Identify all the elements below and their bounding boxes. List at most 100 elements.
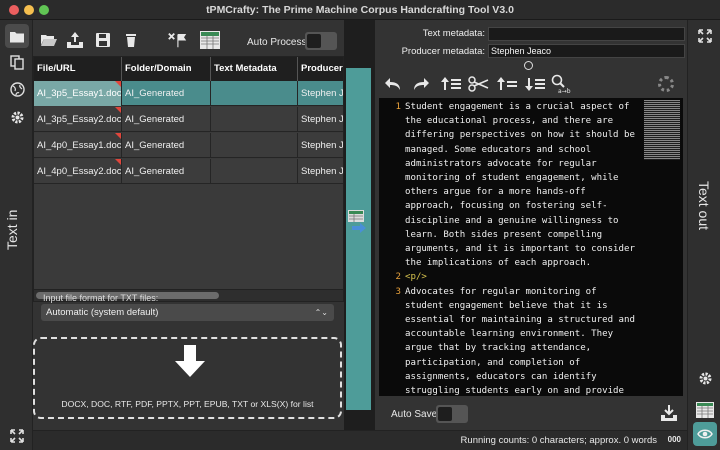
cell-folder[interactable]: AI_Generated [122,107,211,132]
spreadsheet-icon [200,31,220,49]
flag-marker [115,159,121,165]
export-button[interactable] [65,30,85,50]
globe-icon [9,81,25,97]
auto-save-toggle[interactable] [436,405,468,423]
cell-producer[interactable]: Stephen Jea [298,133,343,158]
sidebar-item-web[interactable] [5,77,29,101]
producer-metadata-field[interactable]: Stephen Jeaco [488,44,685,58]
toggle-knob [438,407,452,421]
column-header-metadata[interactable]: Text Metadata [211,57,298,81]
auto-process-label: Auto Process: [247,37,310,48]
count-icon[interactable]: 000 [668,435,681,444]
cell-producer[interactable]: Stephen Jea [298,107,343,132]
gear-icon [11,111,23,123]
merge-lines-icon [497,77,517,90]
editor-content[interactable]: 1 Student engagement is a crucial aspect… [379,100,637,396]
table-row[interactable]: AI_4p0_Essay1.docx AI_Generated Stephen … [34,133,343,158]
expand-icon [10,429,24,443]
move-down-button[interactable] [524,74,546,94]
expand-button[interactable] [5,424,29,448]
toggle-knob [307,34,321,48]
redo-button[interactable] [410,74,432,94]
line-text[interactable]: Advocates for regular monitoring of stud… [405,285,637,396]
spreadsheet-icon [696,402,714,418]
status-indicator [524,61,533,70]
line-number: 2 [395,272,401,283]
cell-folder[interactable]: AI_Generated [122,133,211,158]
spreadsheet-button[interactable] [199,30,221,50]
input-format-select[interactable]: Automatic (system default) ⌃⌄ [41,304,334,321]
cell-folder[interactable]: AI_Generated [122,81,211,106]
input-toolbar: Auto Process: [33,20,344,56]
sidebar-item-copy[interactable] [5,50,29,74]
producer-metadata-label: Producer metadata: [401,46,485,57]
cell-folder[interactable]: AI_Generated [122,159,211,184]
file-name: AI_4p0_Essay1.docx [37,140,122,151]
flag-clear-icon [168,32,187,48]
clear-flags-button[interactable] [167,30,187,50]
convert-arrow-icon [348,210,366,233]
find-replace-icon: a→b [551,74,571,94]
export-spreadsheet-button[interactable] [693,398,717,422]
flag-marker [115,133,121,139]
download-arrow-icon [175,345,205,377]
sidebar-item-settings[interactable] [5,105,29,129]
copy-icon [10,54,24,70]
flag-marker [115,81,121,87]
input-format-value: Automatic (system default) [46,307,159,318]
column-header-file[interactable]: File/URL [34,57,122,81]
minimap-viewport[interactable] [644,100,680,160]
merge-button[interactable] [496,74,518,94]
cell-file[interactable]: AI_4p0_Essay2.docx [34,159,122,184]
cell-file[interactable]: AI_3p5_Essay2.docx [34,107,122,132]
flag-marker [115,107,121,113]
file-name: AI_4p0_Essay2.docx [37,166,122,177]
transfer-button[interactable] [346,208,370,234]
text-metadata-field[interactable] [488,27,685,41]
right-sidebar: Text out [687,20,720,450]
cell-metadata[interactable] [211,159,298,184]
delete-button[interactable] [121,30,141,50]
text-editor[interactable]: 1 Student engagement is a crucial aspect… [379,98,683,396]
move-up-button[interactable] [440,74,462,94]
editor-line: 3 Advocates for regular monitoring of st… [379,285,637,396]
save-icon [95,33,110,47]
find-replace-button[interactable]: a→b [550,74,572,94]
table-row[interactable]: AI_3p5_Essay2.docx AI_Generated Stephen … [34,107,343,132]
status-bar: Running counts: 0 characters; approx. 0 … [33,430,687,450]
process-button[interactable] [346,68,371,410]
cut-line-button[interactable] [468,74,490,94]
upload-tray-icon [67,32,83,48]
line-text[interactable]: <p/> [405,270,637,284]
auto-process-toggle[interactable] [305,32,337,50]
cell-producer[interactable]: Stephen Jea [298,159,343,184]
sidebar-item-files[interactable] [5,24,29,48]
cell-metadata[interactable] [211,81,298,106]
open-folder-icon [41,35,57,46]
editor-line: 2 <p/> [379,270,637,284]
download-button[interactable] [660,404,680,424]
cell-file[interactable]: AI_3p5_Essay1.docx [34,81,122,106]
table-row[interactable]: AI_4p0_Essay2.docx AI_Generated Stephen … [34,159,343,184]
cell-producer[interactable]: Stephen Jea [298,81,343,106]
download-tray-icon [661,405,677,421]
input-format-label: Input file format for TXT files: [43,293,159,303]
line-text[interactable]: Student engagement is a crucial aspect o… [405,100,637,270]
cell-metadata[interactable] [211,107,298,132]
open-folder-button[interactable] [39,30,59,50]
window-title: tPMCrafty: The Prime Machine Corpus Hand… [206,4,514,16]
cell-file[interactable]: AI_4p0_Essay1.docx [34,133,122,158]
gear-icon [699,372,711,384]
file-drop-zone[interactable]: DOCX, DOC, RTF, PDF, PPTX, PPT, EPUB, TX… [33,337,342,419]
undo-button[interactable] [382,74,404,94]
fullscreen-button[interactable] [693,24,717,48]
cell-metadata[interactable] [211,133,298,158]
save-button[interactable] [93,30,113,50]
output-settings-button[interactable] [693,366,717,390]
folder-icon [10,31,24,42]
column-header-folder[interactable]: Folder/Domain [122,57,211,81]
loading-spinner-icon [658,76,674,92]
preview-button[interactable] [693,422,717,446]
table-row[interactable]: AI_3p5_Essay1.docx AI_Generated Stephen … [34,81,343,106]
column-header-producer[interactable]: Producer M [298,57,343,81]
